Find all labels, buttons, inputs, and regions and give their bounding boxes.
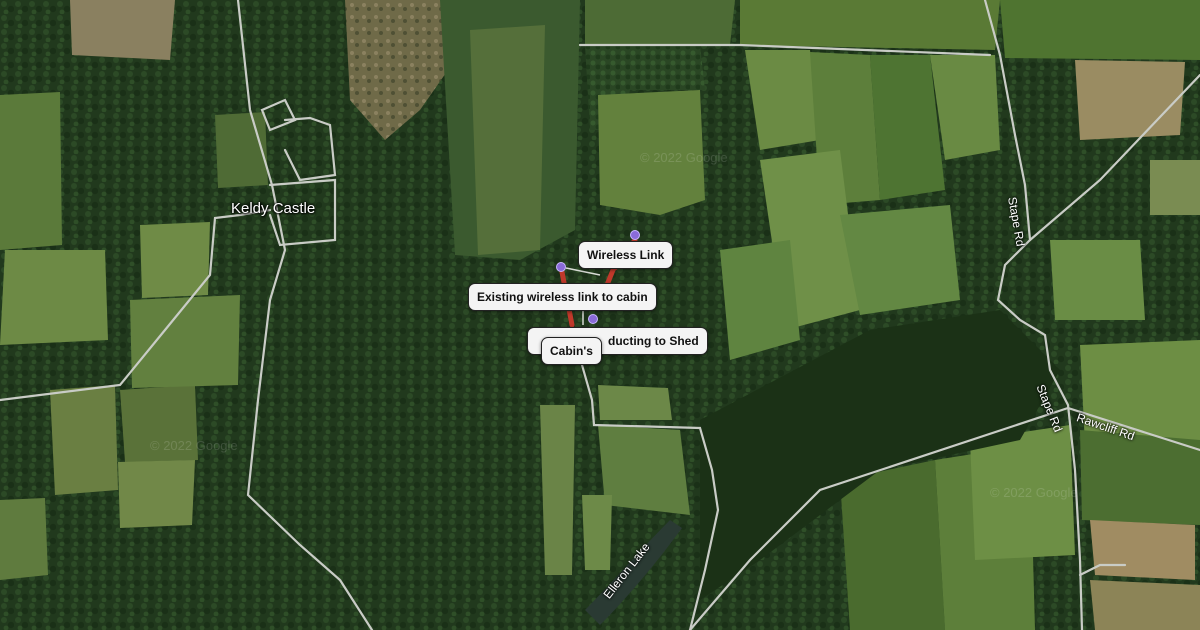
- location-marker[interactable]: [556, 262, 566, 272]
- location-marker[interactable]: [588, 314, 598, 324]
- map-watermark: © 2022 Google: [990, 485, 1078, 500]
- callout-cabins[interactable]: Cabin's: [541, 337, 602, 365]
- satellite-map[interactable]: Keldy Castle Stape Rd Stape Rd Rawcliff …: [0, 0, 1200, 630]
- satellite-imagery: [0, 0, 1200, 630]
- place-label-keldy-castle: Keldy Castle: [231, 200, 316, 217]
- map-watermark: © 2022 Google: [150, 438, 238, 453]
- callout-existing-wireless-link[interactable]: Existing wireless link to cabin: [468, 283, 657, 311]
- map-watermark: © 2022 Google: [640, 150, 728, 165]
- location-marker[interactable]: [630, 230, 640, 240]
- callout-wireless-link[interactable]: Wireless Link: [578, 241, 674, 269]
